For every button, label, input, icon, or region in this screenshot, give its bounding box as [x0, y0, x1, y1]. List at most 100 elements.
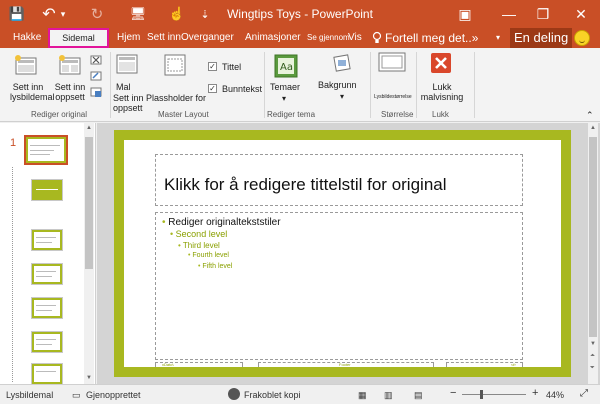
tab-transitions[interactable]: Overganger [181, 28, 234, 48]
tab-review[interactable]: Se gjennom [307, 28, 350, 48]
scroll-up-icon[interactable]: ▲ [86, 125, 92, 131]
group-size-label: Størrelse [381, 110, 414, 119]
preserve-icon[interactable] [90, 86, 102, 98]
tab-file[interactable]: Hakke [13, 28, 41, 48]
insert-slide-master-button[interactable]: Sett inn lysbildemal [10, 82, 55, 102]
layout-thumbnail[interactable] [31, 297, 63, 319]
share-button[interactable]: En deling [510, 28, 573, 48]
svg-text:Aa: Aa [280, 62, 293, 73]
date-placeholder[interactable]: xDato\ [155, 362, 243, 367]
footers-checkbox-label: Bunntekst [222, 84, 263, 94]
next-slide-icon[interactable]: ⏷ [590, 365, 595, 372]
undo-icon[interactable]: ↶ [40, 3, 58, 25]
background-dropdown-icon[interactable]: ▾ [340, 92, 344, 102]
background-button[interactable]: Bakgrunn [318, 80, 357, 90]
rename-icon[interactable] [90, 70, 102, 82]
minimize-icon[interactable]: — [496, 3, 522, 25]
slide-body: Klikk for å redigere tittelstil for orig… [124, 140, 561, 367]
restore-icon[interactable]: ❐ [530, 3, 556, 25]
ribbon-separator [264, 52, 265, 118]
thumbnail-scrollbar[interactable]: ▲ ▼ [84, 123, 94, 384]
close-master-view-icon[interactable] [430, 52, 452, 74]
presenter-icon[interactable]: 🖥 [128, 3, 148, 25]
slide-sorter-icon[interactable]: ▥ [384, 390, 393, 401]
master-layout-button[interactable]: Mal [116, 82, 131, 92]
layout-thumbnail[interactable] [31, 229, 63, 251]
slide-size-icon[interactable] [378, 52, 406, 72]
slide-number-placeholder[interactable]: ‹#› [446, 362, 523, 367]
background-styles-icon[interactable] [331, 54, 353, 74]
undo-dropdown-icon[interactable]: ▾ [58, 3, 68, 25]
tab-insert[interactable]: Sett inn [147, 28, 181, 48]
touch-mode-icon[interactable]: ☝ [168, 3, 186, 25]
feedback-smiley-icon[interactable] [574, 30, 590, 46]
tell-me-search[interactable]: Fortell meg det..» [385, 28, 478, 48]
fit-slide-icon[interactable]: ⤢ [580, 388, 588, 399]
zoom-slider-handle[interactable] [480, 390, 483, 399]
group-master-layout-label: Master Layout [158, 110, 209, 119]
zoom-level[interactable]: 44% [546, 390, 564, 400]
scroll-down-icon[interactable]: ▼ [590, 341, 596, 347]
accessibility-icon[interactable]: ▭ [72, 390, 81, 401]
footers-checkbox[interactable]: ✓ [208, 84, 217, 93]
zoom-slider[interactable] [462, 390, 526, 399]
slide-master: Klikk for å redigere tittelstil for orig… [114, 130, 571, 377]
delete-icon[interactable] [90, 54, 102, 66]
date-text: xDato\ [162, 362, 174, 367]
text-level-1: • Rediger originaltekststiler [162, 217, 281, 228]
tab-slide-master[interactable]: Sidemal [48, 28, 109, 48]
insert-placeholder-icon[interactable] [164, 54, 186, 76]
previous-slide-icon[interactable]: ⏶ [590, 353, 595, 360]
layout-thumbnail[interactable] [31, 263, 63, 285]
title-text: Klikk for å redigere tittelstil for orig… [164, 175, 447, 194]
close-icon[interactable]: ✕ [568, 3, 594, 25]
zoom-in-button[interactable]: + [532, 387, 538, 399]
ribbon: Sett inn lysbildemal Sett inn oppsett Re… [0, 48, 600, 122]
insert-layout-icon[interactable] [58, 54, 82, 76]
scroll-down-icon[interactable]: ▼ [86, 375, 92, 381]
master-layout-icon[interactable] [116, 54, 138, 74]
insert-layout-button[interactable]: Sett inn oppsett [52, 82, 88, 102]
thumbnail-scroll-thumb[interactable] [85, 137, 93, 269]
reading-view-icon[interactable]: ▤ [414, 390, 423, 401]
window-title: Wingtips Toys - PowerPoint [227, 7, 373, 21]
tab-home[interactable]: Hjem [117, 28, 140, 48]
zoom-out-button[interactable]: − [450, 387, 456, 399]
ribbon-display-options-icon[interactable]: ▣ [452, 3, 478, 25]
footer-placeholder[interactable]: Footer [258, 362, 434, 367]
content-placeholder[interactable]: • Rediger originaltekststiler • Second l… [155, 212, 523, 360]
title-placeholder[interactable]: Klikk for å redigere tittelstil for orig… [155, 154, 523, 206]
insert-slide-master-icon[interactable] [14, 54, 38, 76]
themes-dropdown-icon[interactable]: ▾ [282, 94, 286, 104]
master-thumbnail[interactable] [24, 135, 68, 165]
tab-view[interactable]: Vis [348, 28, 362, 48]
layout-connector [12, 167, 13, 382]
redo-icon[interactable]: ↻ [88, 3, 106, 25]
save-icon[interactable]: 💾 [8, 3, 26, 25]
normal-view-icon[interactable]: ▦ [358, 390, 367, 401]
collapse-ribbon-icon[interactable]: ⌃ [586, 110, 594, 120]
themes-icon[interactable]: Aa [274, 54, 298, 78]
tell-me-dropdown-icon[interactable]: ▾ [496, 28, 500, 48]
group-close-label: Lukk [432, 110, 449, 119]
lightbulb-icon[interactable] [372, 28, 382, 48]
close-master-view-button[interactable]: Lukk malvisning [418, 82, 466, 102]
title-checkbox[interactable]: ✓ [208, 62, 217, 71]
text-level-5: • Fifth level [198, 263, 233, 270]
tab-animations[interactable]: Animasjoner [245, 28, 301, 48]
scroll-up-icon[interactable]: ▲ [590, 125, 596, 131]
themes-button[interactable]: Temaer [270, 82, 300, 92]
layout-thumbnail[interactable] [31, 363, 63, 385]
slide-number-text: ‹#› [511, 362, 516, 367]
layout-thumbnail[interactable] [31, 331, 63, 353]
slide-size-button[interactable]: Lysbildestørrelse [374, 92, 412, 102]
canvas-scrollbar[interactable]: ▲ ▼ ⏶ ⏷ [588, 123, 598, 384]
text-level-2: • Second level [170, 229, 228, 239]
status-bar: Lysbildemal ▭ Gjenopprettet Frakoblet ko… [0, 384, 600, 404]
layout-thumbnail[interactable] [31, 179, 63, 201]
ribbon-separator [110, 52, 111, 118]
ribbon-separator [370, 52, 371, 118]
canvas-scroll-thumb[interactable] [589, 137, 597, 337]
text-level-3: • Third level [178, 241, 220, 250]
recovered-status: Gjenopprettet [86, 390, 141, 400]
